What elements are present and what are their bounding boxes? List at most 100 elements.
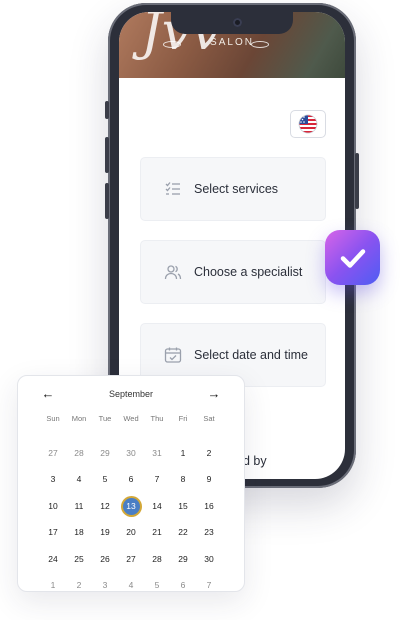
calendar-day[interactable]: 7 xyxy=(144,466,170,492)
calendar-day[interactable]: 29 xyxy=(92,440,118,466)
calendar-day[interactable]: 6 xyxy=(118,466,144,492)
calendar-day[interactable]: 4 xyxy=(66,466,92,492)
calendar-day-number: 27 xyxy=(126,553,136,564)
calendar-day-number: 10 xyxy=(48,500,58,511)
us-flag-icon xyxy=(298,114,318,134)
calendar-day[interactable]: 5 xyxy=(92,466,118,492)
phone-volume-up xyxy=(105,137,109,173)
calendar-day[interactable]: 2 xyxy=(196,440,222,466)
calendar-day[interactable]: 12 xyxy=(92,493,118,519)
calendar-day-number: 2 xyxy=(206,447,212,458)
phone-notch xyxy=(171,12,293,34)
calendar-day[interactable]: 25 xyxy=(66,546,92,572)
calendar-day-number: 27 xyxy=(48,447,58,458)
weekday-label: Fri xyxy=(178,414,188,423)
calendar-day-number: 11 xyxy=(74,500,84,511)
calendar-check-icon xyxy=(163,345,183,365)
calendar-day[interactable]: 27 xyxy=(40,440,66,466)
calendar-day-number: 19 xyxy=(100,527,110,537)
calendar-day-number: 6 xyxy=(128,474,134,484)
weekday-label: Sat xyxy=(203,414,215,423)
phone-volume-down xyxy=(105,183,109,219)
calendar-day[interactable]: 2 xyxy=(66,572,92,598)
calendar-day-number: 9 xyxy=(206,474,212,484)
calendar-day[interactable]: 4 xyxy=(118,572,144,598)
powered-by-text: d by xyxy=(243,454,267,468)
calendar-day[interactable]: 24 xyxy=(40,546,66,572)
camera-icon xyxy=(233,18,242,27)
calendar-day-number: 2 xyxy=(76,580,82,590)
checkmark-icon xyxy=(340,248,365,268)
calendar-day-number: 23 xyxy=(204,527,214,537)
calendar-day[interactable]: 11 xyxy=(66,493,92,519)
calendar-day[interactable]: 28 xyxy=(144,546,170,572)
calendar-day[interactable]: 17 xyxy=(40,519,66,545)
calendar-day[interactable]: 22 xyxy=(170,519,196,545)
calendar-day-number: 16 xyxy=(204,500,214,511)
calendar-day-selected[interactable]: 13 xyxy=(118,493,144,519)
calendar-day-number: 14 xyxy=(152,500,162,511)
calendar-day-number: 25 xyxy=(74,553,84,564)
date-picker-calendar: ← September → Sun Mon Tue Wed Thu Fri Sat 27 28 2… xyxy=(17,375,245,592)
check-badge xyxy=(325,230,380,285)
calendar-grid: Sun Mon Tue Wed Thu Fri Sat 27 28 29 30 31 1 2 3 4 5 6 7 8 9… xyxy=(40,413,224,599)
calendar-day[interactable]: 30 xyxy=(196,546,222,572)
step-select-services[interactable]: Select services xyxy=(140,157,326,221)
next-month-button[interactable]: → xyxy=(206,386,222,402)
calendar-day-number: 6 xyxy=(180,580,186,590)
calendar-day-number: 15 xyxy=(178,500,188,511)
calendar-day-number: 30 xyxy=(204,553,214,564)
phone-mute-switch xyxy=(105,101,109,119)
calendar-day-number: 22 xyxy=(178,527,188,537)
calendar-day[interactable]: 26 xyxy=(92,546,118,572)
step-choose-specialist[interactable]: Choose a specialist xyxy=(140,240,326,304)
calendar-day[interactable]: 8 xyxy=(170,466,196,492)
calendar-day-number: 29 xyxy=(178,553,188,564)
calendar-day[interactable]: 15 xyxy=(170,493,196,519)
calendar-day[interactable]: 28 xyxy=(66,440,92,466)
weekday-label: Thu xyxy=(150,414,164,423)
calendar-day[interactable]: 14 xyxy=(144,493,170,519)
calendar-day-number: 13 xyxy=(122,497,140,515)
calendar-day[interactable]: 1 xyxy=(40,572,66,598)
calendar-day[interactable]: 27 xyxy=(118,546,144,572)
calendar-day[interactable]: 16 xyxy=(196,493,222,519)
calendar-day-number: 17 xyxy=(48,527,58,537)
calendar-day[interactable]: 5 xyxy=(144,572,170,598)
calendar-day-number: 3 xyxy=(50,474,56,484)
weekday-label: Sun xyxy=(46,414,60,423)
phone-power-button xyxy=(355,153,359,209)
calendar-day-number: 12 xyxy=(100,500,110,511)
calendar-day[interactable]: 21 xyxy=(144,519,170,545)
calendar-day[interactable]: 10 xyxy=(40,493,66,519)
calendar-day-number: 20 xyxy=(126,527,136,537)
step-label: Choose a specialist xyxy=(194,265,303,279)
calendar-day[interactable]: 18 xyxy=(66,519,92,545)
calendar-day[interactable]: 31 xyxy=(144,440,170,466)
calendar-day[interactable]: 3 xyxy=(40,466,66,492)
calendar-day-number: 30 xyxy=(126,447,136,458)
calendar-day-number: 3 xyxy=(102,580,108,590)
language-button[interactable] xyxy=(290,110,326,138)
calendar-day-number: 29 xyxy=(100,447,110,458)
calendar-day-number: 28 xyxy=(152,553,162,564)
calendar-day[interactable]: 30 xyxy=(118,440,144,466)
weekday-label: Tue xyxy=(98,414,112,423)
list-check-icon xyxy=(163,179,183,199)
calendar-day-number: 24 xyxy=(48,553,58,564)
calendar-day[interactable]: 23 xyxy=(196,519,222,545)
weekday-label: Mon xyxy=(71,414,87,423)
step-label: Select services xyxy=(194,182,279,196)
calendar-day-number: 5 xyxy=(102,474,108,484)
calendar-day[interactable]: 3 xyxy=(92,572,118,598)
calendar-day[interactable]: 29 xyxy=(170,546,196,572)
calendar-day[interactable]: 19 xyxy=(92,519,118,545)
calendar-day[interactable]: 1 xyxy=(170,440,196,466)
calendar-day[interactable]: 20 xyxy=(118,519,144,545)
calendar-day[interactable]: 9 xyxy=(196,466,222,492)
calendar-day-number: 8 xyxy=(180,474,186,484)
calendar-day[interactable]: 6 xyxy=(170,572,196,598)
calendar-day-number: 4 xyxy=(128,580,134,590)
calendar-day[interactable]: 7 xyxy=(196,572,222,598)
calendar-day-number: 18 xyxy=(74,527,84,537)
